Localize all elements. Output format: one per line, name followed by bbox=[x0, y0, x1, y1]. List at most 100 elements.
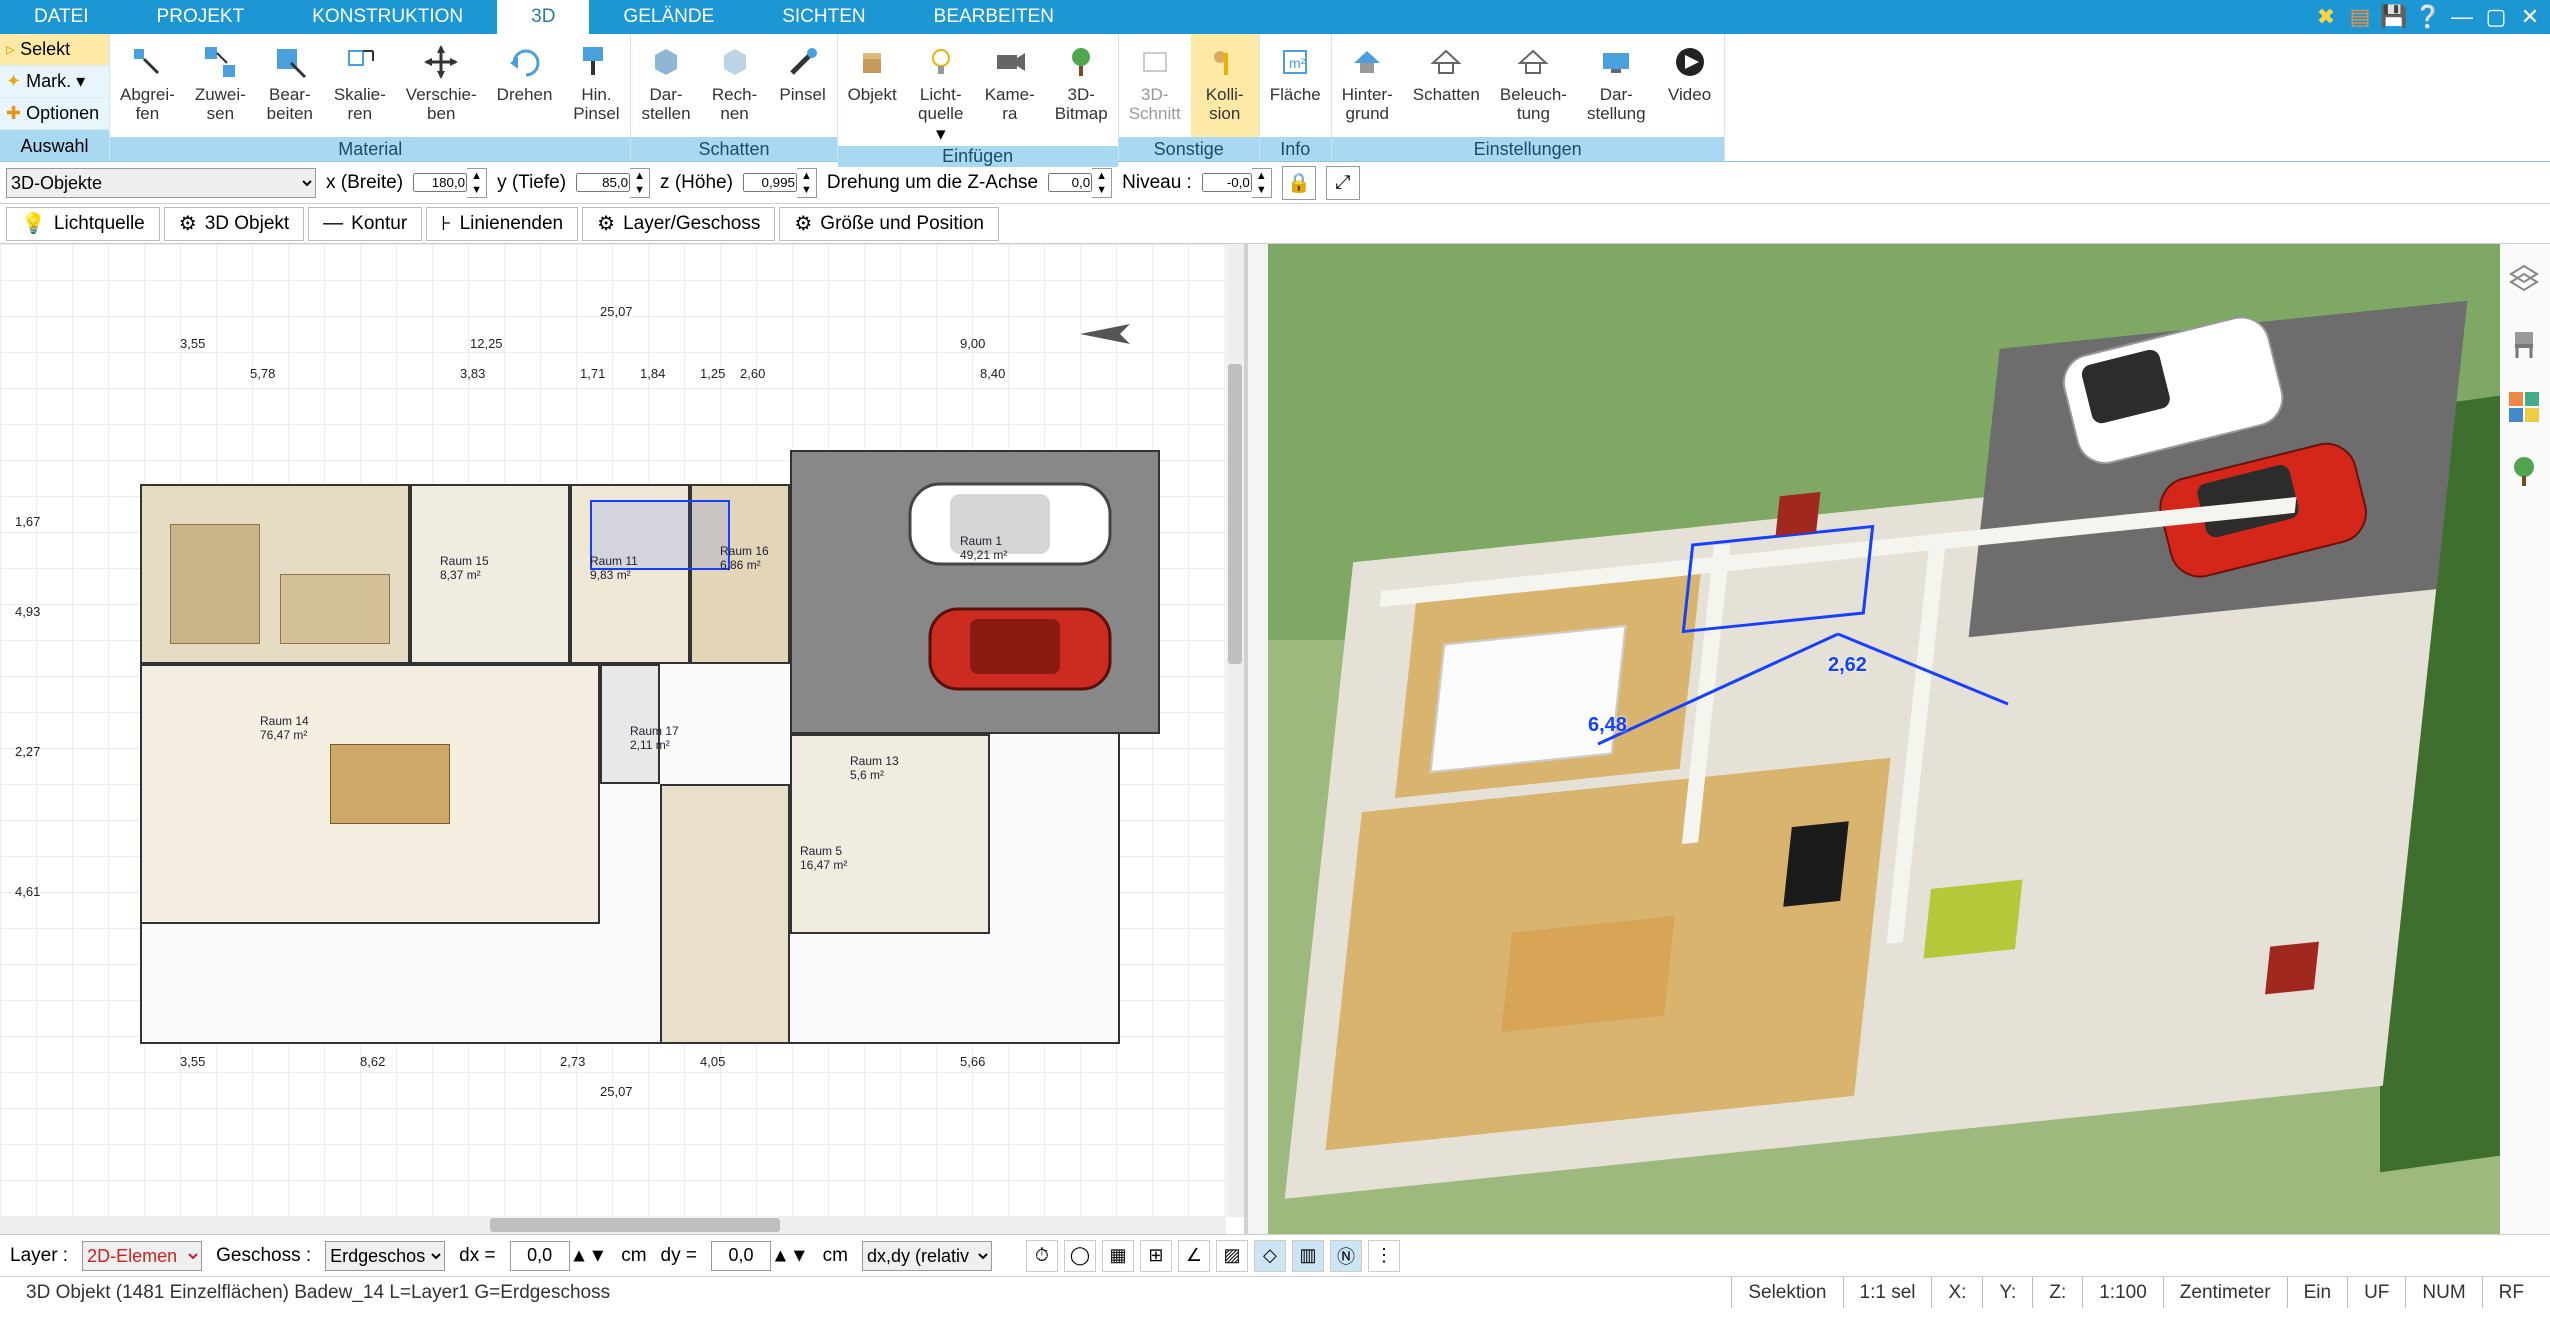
dim: 8,62 bbox=[360, 1054, 385, 1069]
window-minimize[interactable]: — bbox=[2448, 3, 2476, 31]
btn-lichtquelle[interactable]: 💡Lichtquelle bbox=[6, 207, 160, 241]
compass-icon[interactable]: Ⓝ bbox=[1330, 1240, 1362, 1272]
help-icon[interactable]: ❔ bbox=[2414, 3, 2442, 31]
ribbon-objekt[interactable]: Objekt bbox=[838, 34, 907, 146]
ribbon-kollision[interactable]: Kolli- sion bbox=[1191, 34, 1259, 137]
btn-layer[interactable]: ⚙Layer/Geschoss bbox=[582, 207, 775, 241]
layers-icon[interactable] bbox=[2507, 262, 2543, 298]
selekt-button[interactable]: ▹ Selekt bbox=[0, 34, 109, 66]
object-type-select[interactable]: 3D-Objekte bbox=[6, 168, 316, 198]
grid-icon[interactable]: ▦ bbox=[1102, 1240, 1134, 1272]
ribbon-darstellung[interactable]: Dar- stellung bbox=[1577, 34, 1656, 137]
x-up[interactable]: ▲ bbox=[467, 169, 486, 183]
wire-icon[interactable]: ▥ bbox=[1292, 1240, 1324, 1272]
angle-icon[interactable]: ∠ bbox=[1178, 1240, 1210, 1272]
btn-groesse[interactable]: ⚙Größe und Position bbox=[779, 207, 999, 241]
ribbon-flaeche[interactable]: m²Fläche bbox=[1260, 34, 1331, 137]
z-input[interactable] bbox=[743, 173, 797, 192]
dim: 1,71 bbox=[580, 366, 605, 381]
2d-scrollbar-v[interactable] bbox=[1226, 244, 1244, 1216]
y-input[interactable] bbox=[576, 173, 630, 192]
status-num: NUM bbox=[2405, 1277, 2481, 1308]
tree-icon[interactable] bbox=[2507, 454, 2543, 490]
rotation-input[interactable] bbox=[1048, 173, 1092, 192]
menu-tab-gelaende[interactable]: GELÄNDE bbox=[589, 0, 748, 34]
ribbon-schatten-set[interactable]: Schatten bbox=[1403, 34, 1490, 137]
ribbon-left-panel: ▹ Selekt ✦ Mark. ▾ ✚ Optionen Auswahl bbox=[0, 34, 110, 161]
clipboard-icon[interactable]: ▤ bbox=[2346, 3, 2374, 31]
layer-select[interactable]: 2D-Elemen bbox=[82, 1241, 202, 1271]
x-input[interactable] bbox=[413, 173, 467, 192]
ribbon-3dschnitt[interactable]: 3D- Schnitt bbox=[1119, 34, 1191, 137]
relativ-select[interactable]: dx,dy (relativ ka bbox=[862, 1241, 992, 1271]
ribbon-bearbeiten[interactable]: Bear- beiten bbox=[256, 34, 324, 137]
window-restore[interactable]: ▢ bbox=[2482, 3, 2510, 31]
more-icon[interactable]: ⋮ bbox=[1368, 1240, 1400, 1272]
hatch-icon[interactable]: ▨ bbox=[1216, 1240, 1248, 1272]
circle-icon[interactable]: ◯ bbox=[1064, 1240, 1096, 1272]
ribbon-lichtquelle[interactable]: Licht- quelle▾ bbox=[907, 34, 975, 146]
lock-icon[interactable]: 🔒 bbox=[1282, 166, 1316, 200]
dx-input[interactable] bbox=[510, 1241, 570, 1271]
ribbon-group-info: Info bbox=[1260, 137, 1331, 161]
y-up[interactable]: ▲ bbox=[630, 169, 649, 183]
clock-icon[interactable]: ⏱ bbox=[1026, 1240, 1058, 1272]
ribbon-video[interactable]: Video bbox=[1656, 34, 1724, 137]
menu-tab-datei[interactable]: DATEI bbox=[0, 0, 123, 34]
ribbon-beleuchtung[interactable]: Beleuch- tung bbox=[1490, 34, 1577, 137]
btn-3dobjekt[interactable]: ⚙3D Objekt bbox=[164, 207, 304, 241]
ribbon-rechnen[interactable]: Rech- nen bbox=[701, 34, 769, 137]
menu-tab-sichten[interactable]: SICHTEN bbox=[748, 0, 899, 34]
chair-icon[interactable] bbox=[2507, 326, 2543, 362]
menu-tab-projekt[interactable]: PROJEKT bbox=[123, 0, 279, 34]
y-down[interactable]: ▼ bbox=[630, 183, 649, 197]
2d-scrollbar-h[interactable] bbox=[0, 1216, 1226, 1234]
ribbon-skalieren[interactable]: Skalie- ren bbox=[324, 34, 396, 137]
mark-button[interactable]: ✦ Mark. ▾ bbox=[0, 66, 109, 98]
save-icon[interactable]: 💾 bbox=[2380, 3, 2408, 31]
ribbon-hinpinsel[interactable]: Hin. Pinsel bbox=[562, 34, 630, 137]
table-3d bbox=[1501, 916, 1674, 1032]
ribbon-darstellen[interactable]: Dar- stellen bbox=[631, 34, 700, 137]
dim: 1,25 bbox=[700, 366, 725, 381]
2d-floorplan-pane[interactable]: 25,07 3,55 12,25 9,00 5,78 3,83 1,71 1,8… bbox=[0, 244, 1248, 1234]
menu-tab-bearbeiten[interactable]: BEARBEITEN bbox=[900, 0, 1088, 34]
menu-tab-3d[interactable]: 3D bbox=[497, 0, 589, 34]
niv-up[interactable]: ▲ bbox=[1252, 169, 1271, 183]
carpet-3d bbox=[1924, 879, 2023, 958]
status-selektion: Selektion bbox=[1731, 1277, 1842, 1308]
ribbon-zuweisen[interactable]: Zuwei- sen bbox=[185, 34, 256, 137]
ribbon-drehen[interactable]: Drehen bbox=[487, 34, 563, 137]
window-close[interactable]: ✕ bbox=[2516, 3, 2544, 31]
niveau-input[interactable] bbox=[1202, 173, 1252, 192]
ribbon-group-sonstige: Sonstige bbox=[1119, 137, 1259, 161]
geschoss-select[interactable]: Erdgeschos bbox=[325, 1241, 445, 1271]
niv-down[interactable]: ▼ bbox=[1252, 183, 1271, 197]
status-y: Y: bbox=[1982, 1277, 2032, 1308]
ribbon-hintergrund[interactable]: Hinter- grund bbox=[1332, 34, 1403, 137]
tools-icon[interactable]: ✖ bbox=[2312, 3, 2340, 31]
snap-icon[interactable]: ⊞ bbox=[1140, 1240, 1172, 1272]
btn-linienenden[interactable]: ⊦Linienenden bbox=[426, 207, 578, 241]
3d-view-pane[interactable]: 6,48 2,62 bbox=[1268, 244, 2500, 1234]
ribbon-verschieben[interactable]: Verschie- ben bbox=[396, 34, 487, 137]
ribbon-pinsel[interactable]: Pinsel bbox=[769, 34, 837, 137]
x-down[interactable]: ▼ bbox=[467, 183, 486, 197]
menu-tab-konstruktion[interactable]: KONSTRUKTION bbox=[278, 0, 497, 34]
ribbon-3dbitmap[interactable]: 3D- Bitmap bbox=[1045, 34, 1118, 146]
btn-kontur[interactable]: —Kontur bbox=[308, 207, 422, 241]
optionen-button[interactable]: ✚ Optionen bbox=[0, 98, 109, 130]
palette-icon[interactable] bbox=[2507, 390, 2543, 426]
shade-icon[interactable]: ◇ bbox=[1254, 1240, 1286, 1272]
ribbon-kamera[interactable]: Kame- ra bbox=[975, 34, 1045, 146]
car-red-2d bbox=[920, 594, 1120, 704]
z-down[interactable]: ▼ bbox=[797, 183, 816, 197]
dim: 2,60 bbox=[740, 366, 765, 381]
dim: 4,05 bbox=[700, 1054, 725, 1069]
dy-input[interactable] bbox=[711, 1241, 771, 1271]
rot-up[interactable]: ▲ bbox=[1092, 169, 1111, 183]
z-up[interactable]: ▲ bbox=[797, 169, 816, 183]
expand-icon[interactable]: ⤢ bbox=[1326, 166, 1360, 200]
rot-down[interactable]: ▼ bbox=[1092, 183, 1111, 197]
ribbon-abgreifen[interactable]: Abgrei- fen bbox=[110, 34, 185, 137]
